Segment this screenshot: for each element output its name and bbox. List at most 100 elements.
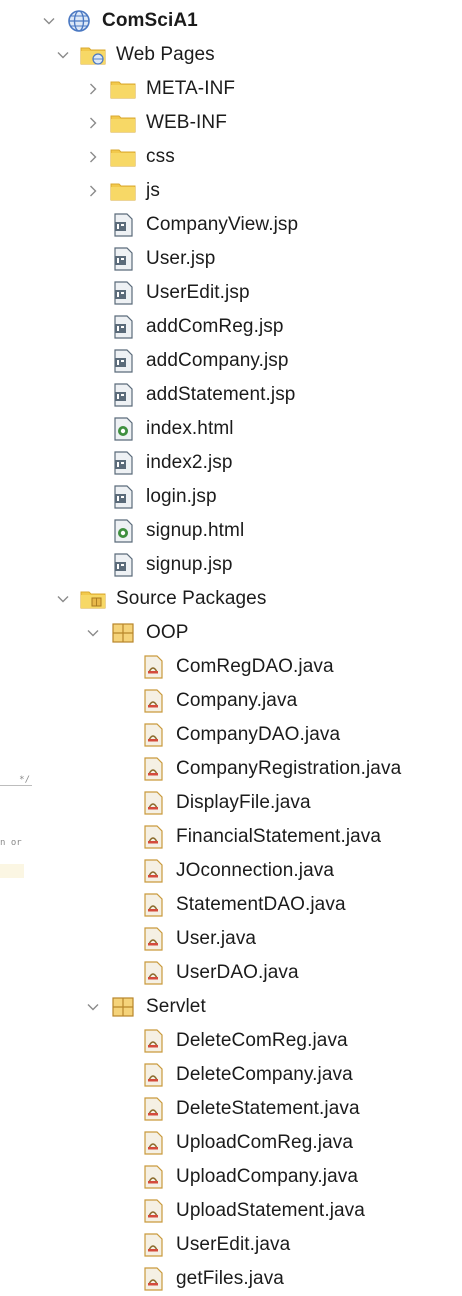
tree-item-file-signup-html[interactable]: signup.html [110, 514, 244, 548]
tree-item-file-useredit-java[interactable]: UserEdit.java [140, 1228, 290, 1262]
java-file-icon [140, 1130, 166, 1156]
tree-item-file-user-java[interactable]: User.java [140, 922, 256, 956]
tree-item-label: UserEdit.java [176, 1234, 291, 1255]
tree-item-file-addcomreg-jsp[interactable]: addComReg.jsp [110, 310, 284, 344]
java-file-icon [140, 1028, 166, 1054]
tree-item-label: DisplayFile.java [176, 792, 311, 813]
folder-icon [110, 76, 136, 102]
jsp-file-icon [110, 348, 136, 374]
tree-item-file-uploadstatement-java[interactable]: UploadStatement.java [140, 1194, 365, 1228]
chevron-right-icon[interactable] [86, 82, 100, 96]
tree-item-folder-web-inf[interactable]: WEB-INF [86, 106, 227, 140]
tree-item-label: css [146, 146, 175, 167]
jsp-file-icon [110, 280, 136, 306]
tree-item-label: JOconnection.java [176, 860, 335, 881]
chevron-right-icon[interactable] [86, 184, 100, 198]
tree-item-label: Servlet [146, 996, 206, 1017]
tree-item-file-displayfile-java[interactable]: DisplayFile.java [140, 786, 311, 820]
tree-item-file-signup-jsp[interactable]: signup.jsp [110, 548, 233, 582]
tree-item-file-companyregistration-java[interactable]: CompanyRegistration.java [140, 752, 401, 786]
tree-item-file-uploadcomreg-java[interactable]: UploadComReg.java [140, 1126, 353, 1160]
tree-item-label: Source Packages [116, 588, 267, 609]
tree-item-label: User.java [176, 928, 257, 949]
tree-item-project[interactable]: ComSciA1 [42, 4, 198, 38]
java-file-icon [140, 824, 166, 850]
java-file-icon [140, 892, 166, 918]
chevron-down-icon[interactable] [42, 14, 56, 28]
tree-item-label: UploadStatement.java [176, 1200, 365, 1221]
tree-item-file-userdao-java[interactable]: UserDAO.java [140, 956, 299, 990]
editor-fragment-text-line: n or [0, 838, 30, 848]
html-file-icon [110, 518, 136, 544]
tree-item-label: UploadCompany.java [176, 1166, 359, 1187]
tree-item-file-index-html[interactable]: index.html [110, 412, 234, 446]
java-file-icon [140, 654, 166, 680]
tree-item-label: DeleteStatement.java [176, 1098, 360, 1119]
tree-item-label: UserEdit.jsp [146, 282, 250, 303]
tree-item-label: login.jsp [146, 486, 217, 507]
tree-item-label: addCompany.jsp [146, 350, 289, 371]
tree-item-file-index2-jsp[interactable]: index2.jsp [110, 446, 233, 480]
tree-item-folder-js[interactable]: js [86, 174, 160, 208]
tree-item-file-companyview-jsp[interactable]: CompanyView.jsp [110, 208, 298, 242]
tree-item-file-deletecompany-java[interactable]: DeleteCompany.java [140, 1058, 353, 1092]
tree-item-file-useredit-jsp[interactable]: UserEdit.jsp [110, 276, 250, 310]
tree-item-label: Company.java [176, 690, 298, 711]
tree-item-file-statementdao-java[interactable]: StatementDAO.java [140, 888, 346, 922]
tree-item-file-deletecomreg-java[interactable]: DeleteComReg.java [140, 1024, 348, 1058]
jsp-file-icon [110, 552, 136, 578]
folder-icon [110, 178, 136, 204]
tree-item-file-company-java[interactable]: Company.java [140, 684, 297, 718]
chevron-down-icon[interactable] [86, 626, 100, 640]
package-icon [110, 620, 136, 646]
java-file-icon [140, 1096, 166, 1122]
java-file-icon [140, 960, 166, 986]
java-file-icon [140, 1062, 166, 1088]
tree-item-source-packages[interactable]: Source Packages [56, 582, 266, 616]
html-file-icon [110, 416, 136, 442]
tree-item-file-addstatement-jsp[interactable]: addStatement.jsp [110, 378, 295, 412]
jsp-file-icon [110, 450, 136, 476]
jsp-file-icon [110, 212, 136, 238]
tree-item-file-financialstatement-java[interactable]: FinancialStatement.java [140, 820, 381, 854]
globe-icon [66, 8, 92, 34]
tree-item-file-uploadcompany-java[interactable]: UploadCompany.java [140, 1160, 358, 1194]
jsp-file-icon [110, 484, 136, 510]
tree-item-label: signup.jsp [146, 554, 233, 575]
tree-item-file-companydao-java[interactable]: CompanyDAO.java [140, 718, 340, 752]
tree-item-file-login-jsp[interactable]: login.jsp [110, 480, 217, 514]
editor-fragment-text: */ [19, 775, 30, 785]
java-file-icon [140, 1266, 166, 1292]
chevron-right-icon[interactable] [86, 116, 100, 130]
tree-item-label: DeleteComReg.java [176, 1030, 348, 1051]
tree-item-web-pages[interactable]: Web Pages [56, 38, 215, 72]
tree-item-label: ComRegDAO.java [176, 656, 334, 677]
jsp-file-icon [110, 382, 136, 408]
tree-item-package-oop[interactable]: OOP [86, 616, 189, 650]
tree-item-file-joconnection-java[interactable]: JOconnection.java [140, 854, 334, 888]
folder-icon [110, 110, 136, 136]
tree-item-label: UploadComReg.java [176, 1132, 354, 1153]
chevron-right-icon[interactable] [86, 150, 100, 164]
tree-item-label: DeleteCompany.java [176, 1064, 353, 1085]
tree-item-label: User.jsp [146, 248, 216, 269]
editor-line-highlight [0, 864, 24, 878]
jsp-file-icon [110, 246, 136, 272]
tree-item-folder-meta-inf[interactable]: META-INF [86, 72, 235, 106]
java-file-icon [140, 926, 166, 952]
tree-item-folder-css[interactable]: css [86, 140, 175, 174]
tree-item-file-addcompany-jsp[interactable]: addCompany.jsp [110, 344, 289, 378]
chevron-down-icon[interactable] [86, 1000, 100, 1014]
tree-item-package-servlet[interactable]: Servlet [86, 990, 206, 1024]
chevron-down-icon[interactable] [56, 48, 70, 62]
java-file-icon [140, 1198, 166, 1224]
tree-item-file-user-jsp[interactable]: User.jsp [110, 242, 215, 276]
package-icon [110, 994, 136, 1020]
tree-item-label: META-INF [146, 78, 236, 99]
tree-item-file-deletestatement-java[interactable]: DeleteStatement.java [140, 1092, 360, 1126]
tree-item-label: addComReg.jsp [146, 316, 284, 337]
chevron-down-icon[interactable] [56, 592, 70, 606]
java-file-icon [140, 756, 166, 782]
tree-item-file-comregdao-java[interactable]: ComRegDAO.java [140, 650, 334, 684]
java-file-icon [140, 790, 166, 816]
